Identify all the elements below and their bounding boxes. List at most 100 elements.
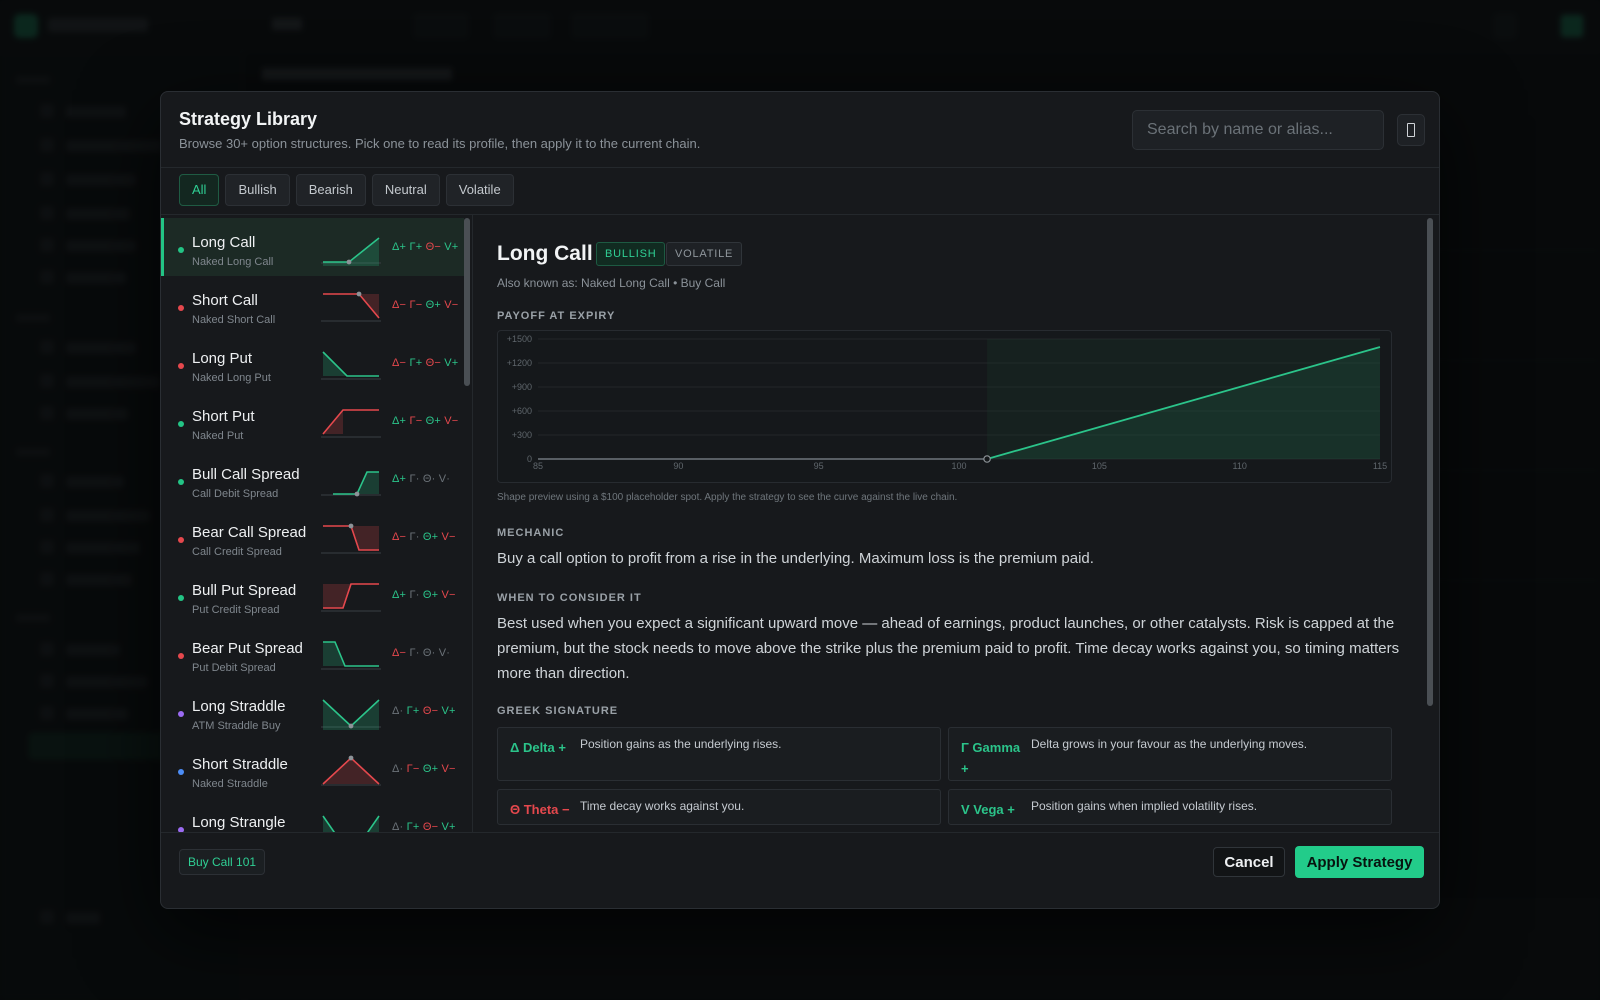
bullish-tag: BULLISH	[596, 242, 666, 266]
greek-summary: Δ· Γ− Θ+ V−	[392, 763, 456, 775]
greek-symbol: Θ·	[422, 473, 439, 485]
greek-symbol: V−	[444, 299, 459, 311]
modal-footer: Buy Call 101 Cancel Apply Strategy	[161, 832, 1439, 908]
greek-symbol: V−	[441, 763, 456, 775]
strategy-alias: ATM Straddle Buy	[192, 720, 281, 732]
greek-symbol: Θ+	[422, 763, 442, 775]
strategy-name: Long Put	[192, 350, 253, 367]
payoff-sparkline	[321, 291, 381, 322]
alias-line: Also known as: Naked Long Call • Buy Cal…	[497, 276, 726, 290]
strategy-item[interactable]: Short Call Naked Short Call Δ− Γ− Θ+ V−	[161, 276, 464, 334]
filter-chip-bullish[interactable]: Bullish	[225, 174, 290, 206]
cancel-button[interactable]: Cancel	[1213, 847, 1285, 877]
strategy-alias: Naked Short Call	[192, 314, 276, 326]
strategy-item[interactable]: Short Straddle Naked Straddle Δ· Γ− Θ+ V−	[161, 740, 464, 798]
greek-symbol: Γ·	[409, 473, 423, 485]
strategy-item[interactable]: Short Put Naked Put Δ+ Γ− Θ+ V−	[161, 392, 464, 450]
greek-summary: Δ· Γ+ Θ− V+	[392, 705, 456, 717]
x-tick-label: 100	[951, 461, 966, 471]
x-tick-label: 90	[673, 461, 683, 471]
strategy-name: Short Put	[192, 408, 255, 425]
y-tick-label: +1500	[507, 334, 532, 344]
greek-symbol: Δ+	[392, 589, 410, 601]
x-tick-label: 110	[1232, 461, 1246, 471]
strategy-item[interactable]: Long Put Naked Long Put Δ− Γ+ Θ− V+	[161, 334, 464, 392]
strategy-alias: Naked Long Put	[192, 372, 271, 384]
when-text: Best used when you expect a significant …	[497, 615, 1400, 682]
filter-chip-all[interactable]: All	[179, 174, 220, 206]
sparkline-strike-marker	[348, 723, 354, 729]
greek-symbol: Γ·	[409, 589, 423, 601]
strategy-item[interactable]: Long Straddle ATM Straddle Buy Δ· Γ+ Θ− V+	[161, 682, 464, 740]
bias-dot	[178, 711, 184, 717]
mechanic-text: Buy a call option to profit from a rise …	[497, 550, 1094, 567]
greek-summary: Δ− Γ+ Θ− V+	[392, 357, 458, 369]
greek-card-name: Δ Delta +	[510, 740, 566, 755]
strategy-item[interactable]: Long Strangle Δ· Γ+ Θ− V+	[161, 798, 464, 833]
greek-card-gamma: Γ Gamma + Delta grows in your favour as …	[948, 727, 1392, 781]
strategy-alias: Call Credit Spread	[192, 546, 282, 558]
bias-dot	[178, 247, 184, 253]
greek-symbol: V·	[438, 647, 451, 659]
sparkline-fill	[323, 816, 379, 833]
greek-symbol: V+	[441, 705, 456, 717]
greek-card-desc: Delta grows in your favour as the underl…	[1031, 737, 1308, 751]
sparkline-fill	[323, 642, 345, 666]
rectangle-icon	[1407, 123, 1415, 137]
filter-chip-bearish[interactable]: Bearish	[295, 174, 366, 206]
bias-dot	[178, 537, 184, 543]
greek-card-desc: Position gains as the underlying rises.	[580, 737, 782, 751]
strike-marker	[983, 455, 991, 463]
bias-dot	[178, 653, 184, 659]
payoff-sparkline	[321, 471, 381, 497]
detail-scrollbar[interactable]	[1427, 218, 1433, 706]
bias-dot	[178, 363, 184, 369]
greek-symbol: Γ−	[406, 763, 423, 775]
strategy-alias: Put Credit Spread	[192, 604, 280, 616]
detail-title: Long Call	[497, 242, 593, 265]
y-tick-label: +300	[512, 430, 532, 440]
strategy-item[interactable]: Long Call Naked Long Call Δ+ Γ+ Θ− V+	[161, 218, 464, 276]
x-tick-label: 95	[814, 461, 824, 471]
sparkline-strike-marker	[354, 491, 360, 497]
selected-strategy-tag: Buy Call 101	[179, 849, 266, 875]
greek-symbol: Δ·	[392, 763, 407, 775]
greek-card-name: Γ Gamma +	[961, 740, 1021, 776]
greek-symbol: Γ·	[409, 531, 423, 543]
greek-summary: Δ− Γ· Θ+ V−	[392, 531, 456, 543]
greek-symbol: V+	[444, 357, 459, 369]
greek-symbol: Θ−	[425, 357, 445, 369]
payoff-sparkline	[321, 583, 381, 612]
sparkline-fill	[323, 758, 379, 784]
greek-symbol: V−	[441, 589, 456, 601]
filter-chip-volatile[interactable]: Volatile	[445, 174, 514, 206]
greek-symbol: Δ−	[392, 299, 410, 311]
greek-symbol: Θ−	[422, 705, 442, 717]
strategy-name: Bear Call Spread	[192, 524, 307, 541]
list-scrollbar[interactable]	[464, 218, 470, 386]
payoff-sparkline	[321, 755, 381, 786]
greek-symbol: Θ·	[422, 647, 439, 659]
strategy-library-modal: Strategy Library Browse 30+ option struc…	[160, 91, 1440, 909]
greek-symbol: Δ−	[392, 531, 410, 543]
greek-symbol: Γ·	[409, 647, 423, 659]
strategy-item[interactable]: Bear Call Spread Call Credit Spread Δ− Γ· …	[161, 508, 464, 566]
strategy-item[interactable]: Bull Call Spread Call Debit Spread Δ+ Γ· Θ…	[161, 450, 464, 508]
strategy-name: Bull Put Spread	[192, 582, 297, 599]
sparkline-strike-marker	[356, 291, 362, 297]
greek-card-delta: Δ Delta + Position gains as the underlyi…	[497, 727, 941, 781]
apply-strategy-button[interactable]: Apply Strategy	[1295, 846, 1424, 878]
greek-symbol: Δ+	[392, 415, 410, 427]
greek-symbol: Θ+	[422, 589, 442, 601]
greek-card-name: Θ Theta −	[510, 802, 570, 817]
filter-chip-neutral[interactable]: Neutral	[371, 174, 440, 206]
greek-symbol: Γ+	[406, 705, 423, 717]
strategy-item[interactable]: Bear Put Spread Put Debit Spread Δ− Γ· Θ· …	[161, 624, 464, 682]
search-shortcut-button[interactable]	[1397, 114, 1425, 146]
search-input[interactable]	[1132, 110, 1384, 150]
strategy-item[interactable]: Bull Put Spread Put Credit Spread Δ+ Γ· Θ+…	[161, 566, 464, 624]
greek-symbol: Γ−	[409, 299, 426, 311]
greek-card-desc: Position gains when implied volatility r…	[1031, 799, 1258, 813]
greek-card-vega: V Vega + Position gains when implied vol…	[948, 789, 1392, 825]
greek-symbol: Θ+	[425, 299, 445, 311]
